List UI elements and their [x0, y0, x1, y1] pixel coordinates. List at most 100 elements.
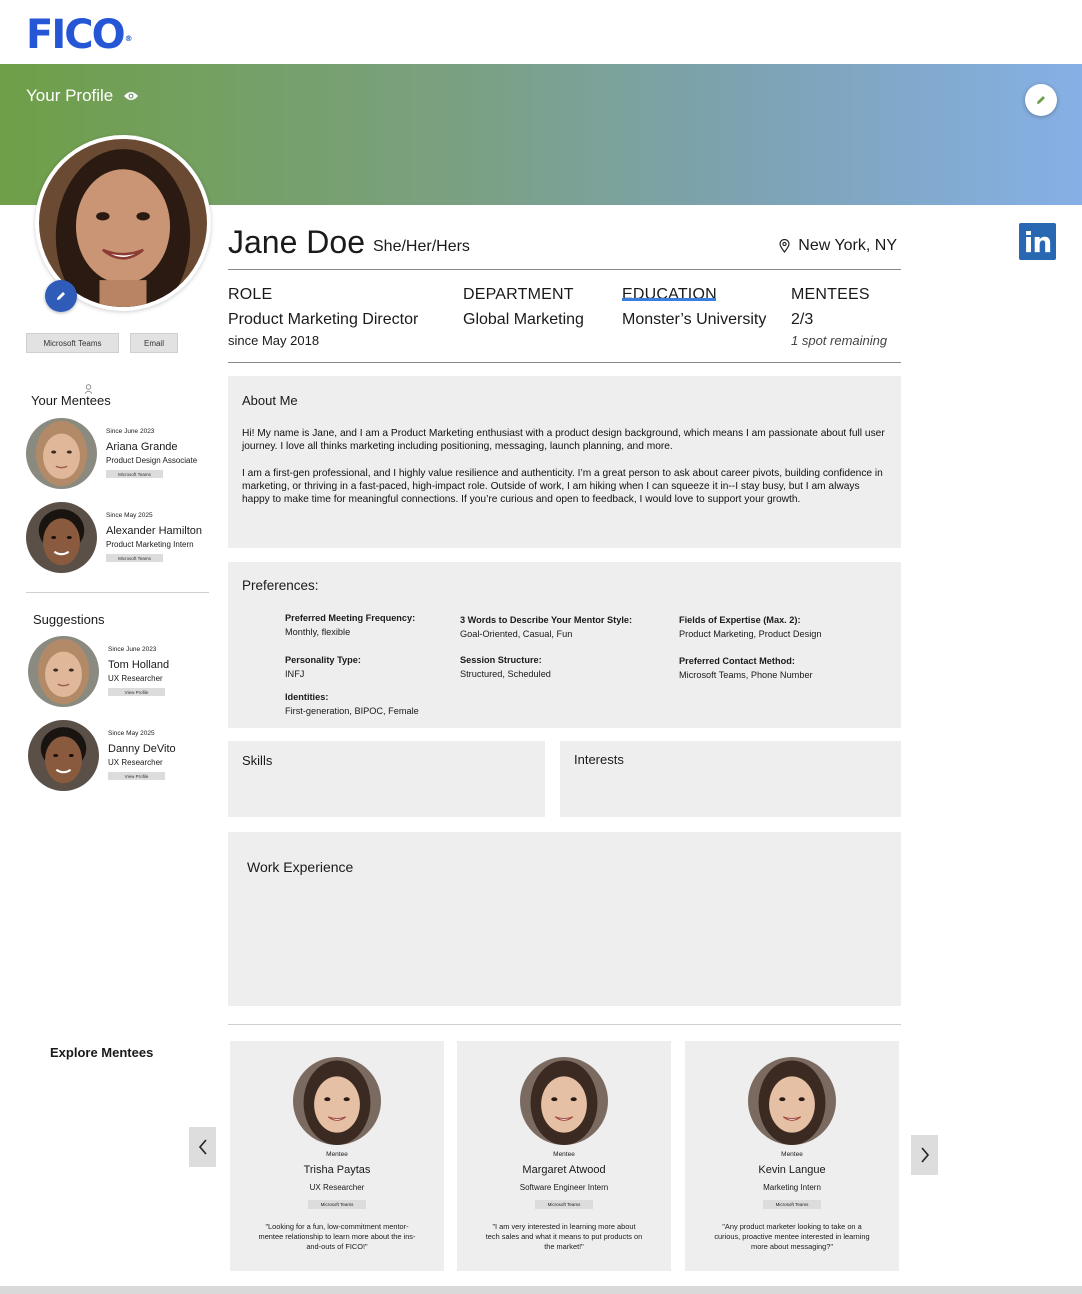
sidebar-divider — [26, 592, 209, 593]
microsoft-teams-button[interactable]: Microsoft Teams — [26, 333, 119, 353]
fact-department: DEPARTMENT Global Marketing — [463, 286, 584, 329]
mentee-since: Since June 2023 — [106, 428, 155, 435]
location-text: New York, NY — [798, 237, 897, 254]
linkedin-icon[interactable]: in — [1019, 223, 1056, 260]
profile-pronouns: She/Her/Hers — [373, 238, 470, 255]
person-icon — [84, 384, 93, 394]
work-experience-title: Work Experience — [247, 859, 354, 875]
mentee-card-role: Marketing Intern — [763, 1183, 821, 1192]
mentee-card-role: Software Engineer Intern — [519, 1183, 609, 1192]
fact-mentees: MENTEES 2/3 1 spot remaining — [791, 286, 887, 348]
pref-label: Personality Type: — [285, 655, 361, 665]
carousel-prev-button[interactable] — [189, 1127, 216, 1167]
mentee-card-teams-button[interactable]: Microsoft Teams — [308, 1200, 366, 1209]
mentee-card-teams-button[interactable]: Microsoft Teams — [535, 1200, 593, 1209]
pref-value: Microsoft Teams, Phone Number — [679, 670, 813, 680]
bottom-scrollbar[interactable] — [0, 1286, 1082, 1294]
fact-education-value: Monster’s University — [622, 311, 767, 328]
fact-mentees-value: 2/3 — [791, 311, 814, 328]
mentee-card-quote: "Any product marketer looking to take on… — [714, 1222, 870, 1252]
mentee-card[interactable]: Mentee Kevin Langue Marketing Intern Mic… — [685, 1041, 899, 1271]
suggestion-item[interactable]: Since May 2025 Danny DeVito UX Researche… — [28, 720, 213, 792]
about-me-card: About Me Hi! My name is Jane, and I am a… — [228, 376, 901, 548]
pref-mentor-style: 3 Words to Describe Your Mentor Style: Go… — [460, 613, 632, 641]
banner-title-group: Your Profile — [26, 86, 139, 106]
pref-label: Preferred Meeting Frequency: — [285, 613, 416, 623]
mentee-card[interactable]: Mentee Margaret Atwood Software Engineer… — [457, 1041, 671, 1271]
mentee-card-avatar — [293, 1057, 381, 1145]
pref-value: Monthly, flexible — [285, 627, 351, 637]
pref-value: Goal-Oriented, Casual, Fun — [460, 629, 573, 639]
skills-title: Skills — [242, 753, 273, 768]
suggestion-role: UX Researcher — [108, 758, 163, 767]
pref-value: First-generation, BIPOC, Female — [285, 706, 419, 716]
mentee-role: Product Marketing Intern — [106, 540, 194, 549]
mentee-card[interactable]: Mentee Trisha Paytas UX Researcher Micro… — [230, 1041, 444, 1271]
fact-department-label: DEPARTMENT — [463, 286, 574, 303]
interests-title: Interests — [574, 752, 624, 767]
suggestion-name: Tom Holland — [108, 659, 170, 671]
mentee-card-quote: "Looking for a fun, low-commitment mento… — [258, 1222, 416, 1252]
mentee-card-teams-button[interactable]: Microsoft Teams — [763, 1200, 821, 1209]
eye-icon[interactable] — [123, 90, 139, 102]
logo-text: FICO — [26, 12, 126, 58]
edit-avatar-button[interactable] — [45, 280, 77, 312]
preferences-card: Preferences: Preferred Meeting Frequency… — [228, 562, 901, 728]
chevron-right-icon — [920, 1147, 929, 1163]
profile-name: Jane Doe — [228, 224, 365, 260]
fact-mentees-remaining: 1 spot remaining — [791, 333, 888, 348]
fact-mentees-label: MENTEES — [791, 286, 870, 303]
email-button[interactable]: Email — [130, 333, 178, 353]
facts-divider — [228, 362, 901, 363]
mentee-role: Product Design Associate — [106, 456, 198, 465]
fact-role-value: Product Marketing Director — [228, 311, 419, 328]
view-profile-button[interactable]: View Profile — [108, 688, 165, 696]
location-pin-icon — [779, 239, 790, 253]
mentee-item[interactable]: Since May 2025 Alexander Hamilton Produc… — [26, 502, 211, 574]
mentee-name: Alexander Hamilton — [106, 525, 202, 537]
pref-label: 3 Words to Describe Your Mentor Style: — [460, 615, 633, 625]
pref-label: Preferred Contact Method: — [679, 656, 795, 666]
pref-label: Session Structure: — [460, 655, 542, 665]
your-mentees-label: Your Mentees — [31, 393, 111, 408]
mentee-teams-button[interactable]: Microsoft Teams — [106, 470, 163, 478]
pencil-icon — [57, 292, 65, 300]
about-me-text: Hi! My name is Jane, and I am a Product … — [242, 427, 887, 506]
view-profile-button[interactable]: View Profile — [108, 772, 165, 780]
suggestion-item[interactable]: Since June 2023 Tom Holland UX Researche… — [28, 636, 213, 708]
suggestions-title: Suggestions — [33, 612, 105, 627]
mentee-card-avatar — [520, 1057, 608, 1145]
pref-fields-of-expertise: Fields of Expertise (Max. 2): Product Mar… — [679, 613, 821, 641]
skills-card: Skills — [228, 741, 545, 817]
suggestion-since: Since May 2025 — [108, 730, 155, 737]
pref-contact-method: Preferred Contact Method: Microsoft Teams… — [679, 654, 813, 682]
suggestion-name: Danny DeVito — [108, 743, 176, 755]
mentee-card-name: Kevin Langue — [758, 1164, 826, 1176]
your-mentees-title: Your Mentees — [31, 384, 111, 408]
fact-education-label: EDUCATION — [622, 286, 717, 303]
work-experience-card: Work Experience — [228, 832, 901, 1006]
interests-card: Interests — [560, 741, 901, 817]
fact-department-value: Global Marketing — [463, 311, 584, 328]
education-underline — [622, 298, 716, 301]
pref-value: Product Marketing, Product Design — [679, 629, 822, 639]
pref-label: Identities: — [285, 692, 329, 702]
mentee-item[interactable]: Since June 2023 Ariana Grande Product De… — [26, 418, 211, 490]
mentee-card-role: UX Researcher — [309, 1183, 365, 1192]
pref-label: Fields of Expertise (Max. 2): — [679, 615, 801, 625]
mentee-teams-button[interactable]: Microsoft Teams — [106, 554, 163, 562]
fico-logo[interactable]: FICO® — [26, 12, 133, 58]
mentee-card-name: Trisha Paytas — [303, 1164, 371, 1176]
mentee-card-avatar — [748, 1057, 836, 1145]
edit-profile-button[interactable] — [1025, 84, 1057, 116]
profile-location: New York, NY — [779, 237, 897, 255]
mentee-name: Ariana Grande — [106, 441, 178, 453]
chevron-left-icon — [198, 1139, 207, 1155]
mentee-card-label: Mentee — [781, 1151, 803, 1158]
about-paragraph: Hi! My name is Jane, and I am a Product … — [242, 428, 885, 453]
mentee-card-label: Mentee — [326, 1151, 348, 1158]
banner-title: Your Profile — [26, 86, 114, 105]
carousel-next-button[interactable] — [911, 1135, 938, 1175]
pref-value: Structured, Scheduled — [460, 669, 551, 679]
pref-personality-type: Personality Type: INFJ — [285, 653, 361, 681]
